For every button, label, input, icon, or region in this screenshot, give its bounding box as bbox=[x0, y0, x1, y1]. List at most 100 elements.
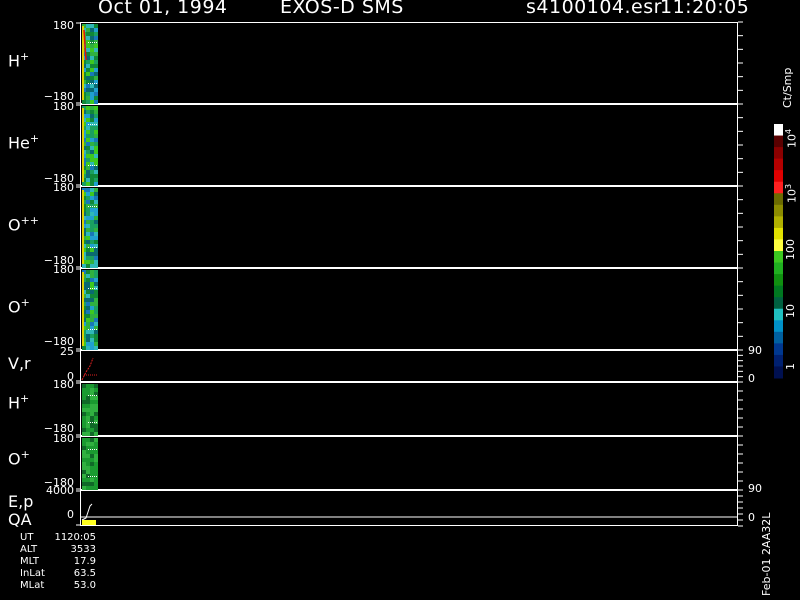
heatmap-cell-o-plus-2 bbox=[94, 442, 98, 446]
heatmap-cell-o-plus-2 bbox=[94, 486, 98, 490]
heatmap-cell-h-plus bbox=[90, 28, 94, 32]
heatmap-cell-o-plus bbox=[86, 282, 90, 286]
heatmap-cell-o-plus-2 bbox=[86, 478, 90, 482]
heatmap-cell-o-plus-2 bbox=[86, 482, 90, 486]
colorbar-segment bbox=[774, 170, 783, 183]
heatmap-cell-h-plus bbox=[90, 36, 94, 40]
heatmap-cell-o-plus bbox=[90, 322, 94, 326]
heatmap-cell-o-plus-2 bbox=[94, 450, 98, 454]
heatmap-cell-he-plus bbox=[90, 150, 94, 154]
heatmap-cell-o-plus bbox=[86, 318, 90, 322]
heatmap-cell-h-plus bbox=[86, 48, 90, 52]
heatmap-cell-he-plus bbox=[90, 134, 94, 138]
colorbar-segment bbox=[774, 274, 783, 287]
heatmap-cell-he-plus bbox=[90, 158, 94, 162]
heatmap-cell-he-plus bbox=[94, 158, 98, 162]
heatmap-cell-o-plus bbox=[94, 274, 98, 278]
heatmap-cell-o-plus-2 bbox=[94, 478, 98, 482]
heatmap-cell-o-plus bbox=[94, 318, 98, 322]
heatmap-cell-o-plus-2 bbox=[86, 470, 90, 474]
heatmap-cell-h-plus-2 bbox=[86, 432, 90, 436]
heatmap-cell-o-plus-2 bbox=[90, 438, 94, 442]
heatmap-cell-o-plusplus bbox=[94, 256, 98, 260]
heatmap-cell-o-plusplus bbox=[86, 200, 90, 204]
heatmap-cell-he-plus bbox=[86, 178, 90, 182]
heatmap-cell-o-plus bbox=[86, 278, 90, 282]
colorbar-segment bbox=[774, 308, 783, 321]
colorbar-segment bbox=[774, 239, 783, 252]
heatmap-cell-o-plusplus bbox=[86, 216, 90, 220]
colorbar-segment bbox=[774, 262, 783, 275]
heatmap-cell-o-plus bbox=[86, 290, 90, 294]
heatmap-cell-h-plus bbox=[90, 92, 94, 96]
heatmap-cell-h-plus-2 bbox=[86, 412, 90, 416]
heatmap-cell-h-plus bbox=[90, 88, 94, 92]
heatmap-cell-h-plus bbox=[90, 52, 94, 56]
heatmap-cell-h-plus bbox=[94, 72, 98, 76]
heatmap-cell-o-plus-2 bbox=[86, 466, 90, 470]
heatmap-cell-o-plusplus bbox=[90, 224, 94, 228]
heatmap-cell-o-plus-2 bbox=[86, 454, 90, 458]
heatmap-cell-o-plus-2 bbox=[86, 462, 90, 466]
heatmap-cell-he-plus bbox=[86, 130, 90, 134]
heatmap-cell-o-plusplus bbox=[94, 188, 98, 192]
heatmap-cell-o-plusplus bbox=[90, 256, 94, 260]
heatmap-cell-h-plus bbox=[94, 96, 98, 100]
heatmap-cell-o-plus bbox=[86, 294, 90, 298]
heatmap-cell-he-plus bbox=[90, 114, 94, 118]
heatmap-cell-o-plusplus bbox=[94, 192, 98, 196]
heatmap-cell-h-plus bbox=[94, 64, 98, 68]
colorbar-segment bbox=[774, 366, 783, 379]
heatmap-cell-he-plus bbox=[94, 134, 98, 138]
heatmap-cell-o-plusplus bbox=[90, 236, 94, 240]
heatmap-cell-o-plus-2 bbox=[82, 462, 86, 466]
heatmap-cell-h-plus-2 bbox=[82, 428, 86, 432]
heatmap-cell-o-plus bbox=[86, 346, 90, 350]
heatmap-cell-h-plus-2 bbox=[86, 396, 90, 400]
heatmap-cell-o-plus bbox=[90, 298, 94, 302]
heatmap-cell-o-plusplus bbox=[86, 228, 90, 232]
heatmap-cell-h-plus bbox=[94, 68, 98, 72]
heatmap-cell-o-plusplus bbox=[90, 192, 94, 196]
colorbar-segment bbox=[774, 343, 783, 356]
heatmap-cell-o-plus-2 bbox=[90, 466, 94, 470]
heatmap-cell-h-plus bbox=[86, 32, 90, 36]
heatmap-cell-h-plus bbox=[90, 96, 94, 100]
heatmap-cell-o-plus bbox=[86, 306, 90, 310]
heatmap-cell-o-plusplus bbox=[86, 220, 90, 224]
heatmap-cell-he-plus bbox=[90, 118, 94, 122]
colorbar-segment bbox=[774, 181, 783, 194]
heatmap-cell-o-plus bbox=[90, 346, 94, 350]
heatmap-cell-h-plus bbox=[94, 76, 98, 80]
heatmap-cell-o-plusplus bbox=[94, 196, 98, 200]
heatmap-cell-h-plus-2 bbox=[82, 432, 86, 436]
heatmap-cell-h-plus-2 bbox=[82, 384, 86, 388]
heatmap-cell-he-plus bbox=[86, 158, 90, 162]
heatmap-cell-he-plus bbox=[90, 110, 94, 114]
heatmap-cell-o-plusplus bbox=[86, 240, 90, 244]
heatmap-cell-h-plus bbox=[90, 24, 94, 28]
heatmap-cell-o-plusplus bbox=[86, 212, 90, 216]
heatmap-cell-he-plus bbox=[86, 106, 90, 110]
heatmap-cell-h-plus-2 bbox=[90, 396, 94, 400]
heatmap-cell-o-plus bbox=[86, 274, 90, 278]
heatmap-cell-h-plus-2 bbox=[86, 400, 90, 404]
heatmap-cell-h-plus bbox=[86, 96, 90, 100]
heatmap-cell-o-plus bbox=[86, 322, 90, 326]
heatmap-cell-he-plus bbox=[86, 154, 90, 158]
heatmap-cell-h-plus bbox=[90, 76, 94, 80]
heatmap-cell-h-plus bbox=[86, 68, 90, 72]
heatmap-cell-he-plus bbox=[86, 170, 90, 174]
colorbar-segment bbox=[774, 331, 783, 344]
heatmap-cell-o-plusplus bbox=[86, 192, 90, 196]
heatmap-cell-h-plus-2 bbox=[94, 424, 98, 428]
heatmap-cell-o-plus bbox=[86, 302, 90, 306]
heatmap-cell-h-plus-2 bbox=[90, 408, 94, 412]
heatmap-cell-h-plus bbox=[82, 100, 86, 104]
heatmap-cell-h-plus-2 bbox=[82, 388, 86, 392]
heatmap-cell-h-plus bbox=[94, 56, 98, 60]
heatmap-cell-o-plus bbox=[94, 342, 98, 346]
heatmap-cell-h-plus bbox=[86, 88, 90, 92]
heatmap-cell-he-plus bbox=[94, 170, 98, 174]
heatmap-cell-h-plus bbox=[94, 28, 98, 32]
